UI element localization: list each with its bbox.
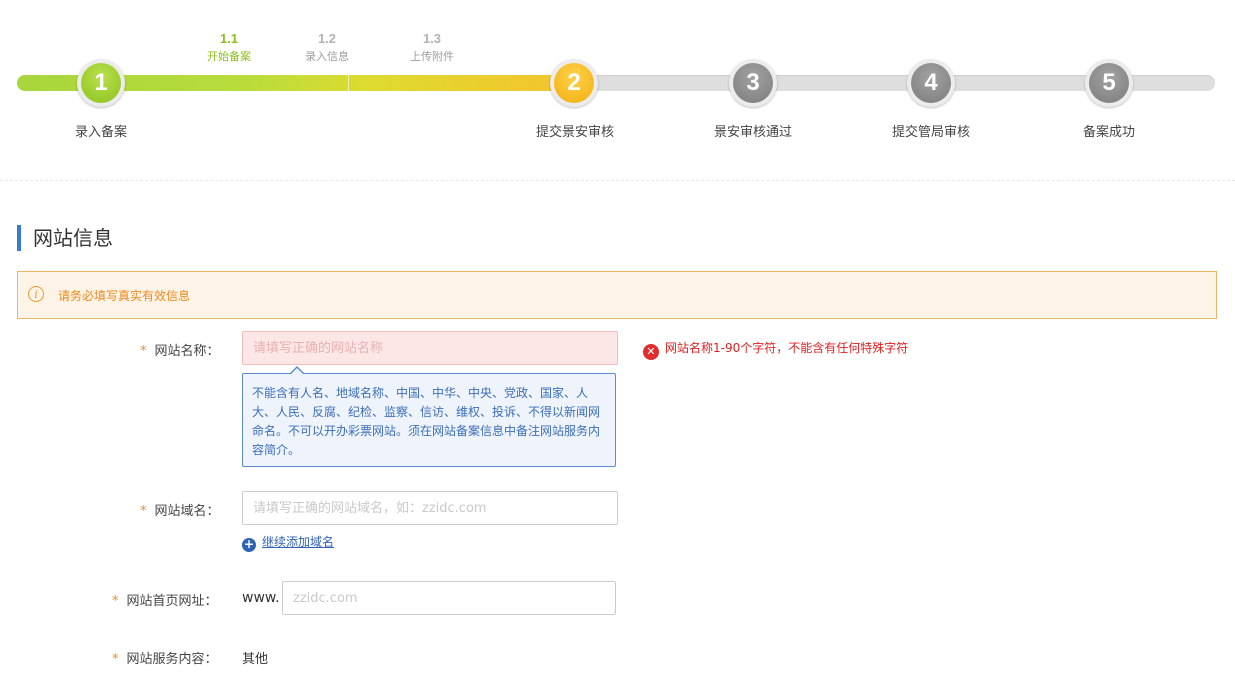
step-number: 3 xyxy=(733,63,773,103)
step-number: 4 xyxy=(911,63,951,103)
required-mark: * xyxy=(112,594,119,609)
step-1-circle: 1 xyxy=(77,59,125,107)
site-name-error-text: 网站名称1-90个字符，不能含有任何特殊字符 xyxy=(665,341,909,355)
step-number: 2 xyxy=(554,63,594,103)
section-title: 网站信息 xyxy=(17,225,113,251)
step-2-circle: 2 xyxy=(550,59,598,107)
site-name-error: ✕ 网站名称1-90个字符，不能含有任何特殊字符 xyxy=(643,339,908,360)
site-name-label-text: 网站名称： xyxy=(154,344,220,359)
substep-1-1: 1.1 开始备案 xyxy=(184,31,274,64)
info-circle-icon: i xyxy=(28,286,44,302)
step-3-label: 景安审核通过 xyxy=(713,125,792,140)
substep-number: 1.3 xyxy=(422,31,442,46)
step-number: 5 xyxy=(1089,63,1129,103)
homepage-label: * 网站首页网址： xyxy=(112,590,218,609)
substep-pointer-icon xyxy=(224,68,234,74)
service-content-label: * 网站服务内容： xyxy=(112,648,218,667)
step-2-label: 提交景安审核 xyxy=(535,125,614,140)
step-5-circle: 5 xyxy=(1085,59,1133,107)
step-1-label: 录入备案 xyxy=(74,125,127,140)
homepage-prefix: www. xyxy=(242,590,280,606)
error-circle-icon: ✕ xyxy=(643,344,659,360)
required-mark: * xyxy=(140,344,147,359)
required-mark: * xyxy=(112,652,119,667)
homepage-label-text: 网站首页网址： xyxy=(126,594,218,609)
substep-label: 开始备案 xyxy=(207,50,251,63)
add-domain-link[interactable]: + 继续添加域名 xyxy=(242,533,334,552)
domain-label-text: 网站域名： xyxy=(154,504,220,519)
domain-label: * 网站域名： xyxy=(140,500,220,519)
substep-1-3: 1.3 上传附件 xyxy=(387,31,477,64)
substep-1-2: 1.2 录入信息 xyxy=(282,31,372,64)
substep-label: 录入信息 xyxy=(305,50,349,63)
tooltip-arrow-inner xyxy=(291,368,303,374)
substep-number: 1.1 xyxy=(219,31,239,46)
progress-stepper: 1.1 开始备案 1.2 录入信息 1.3 上传附件 1 2 3 4 5 录入备… xyxy=(0,0,1235,180)
service-content-label-text: 网站服务内容： xyxy=(126,652,218,667)
site-name-input[interactable] xyxy=(242,331,618,365)
notice-text: 请务必填写真实有效信息 xyxy=(58,289,191,303)
substep-divider xyxy=(348,75,349,91)
required-mark: * xyxy=(140,504,147,519)
step-5-label: 备案成功 xyxy=(1082,125,1135,140)
site-name-tooltip: 不能含有人名、地域名称、中国、中华、中央、党政、国家、人大、人民、反腐、纪检、监… xyxy=(242,373,616,467)
substep-number: 1.2 xyxy=(317,31,337,46)
step-4-label: 提交管局审核 xyxy=(891,125,970,140)
site-name-label: * 网站名称： xyxy=(140,340,220,359)
service-content-value: 其他 xyxy=(242,652,269,667)
domain-input[interactable] xyxy=(242,491,618,525)
section-divider xyxy=(0,180,1235,181)
plus-circle-icon: + xyxy=(242,537,256,552)
step-3-circle: 3 xyxy=(729,59,777,107)
homepage-input[interactable] xyxy=(282,581,616,615)
step-number: 1 xyxy=(81,63,121,103)
step-4-circle: 4 xyxy=(907,59,955,107)
add-domain-link-text: 继续添加域名 xyxy=(262,535,335,549)
notice-bar: i 请务必填写真实有效信息 xyxy=(17,271,1217,319)
substep-label: 上传附件 xyxy=(410,50,454,63)
